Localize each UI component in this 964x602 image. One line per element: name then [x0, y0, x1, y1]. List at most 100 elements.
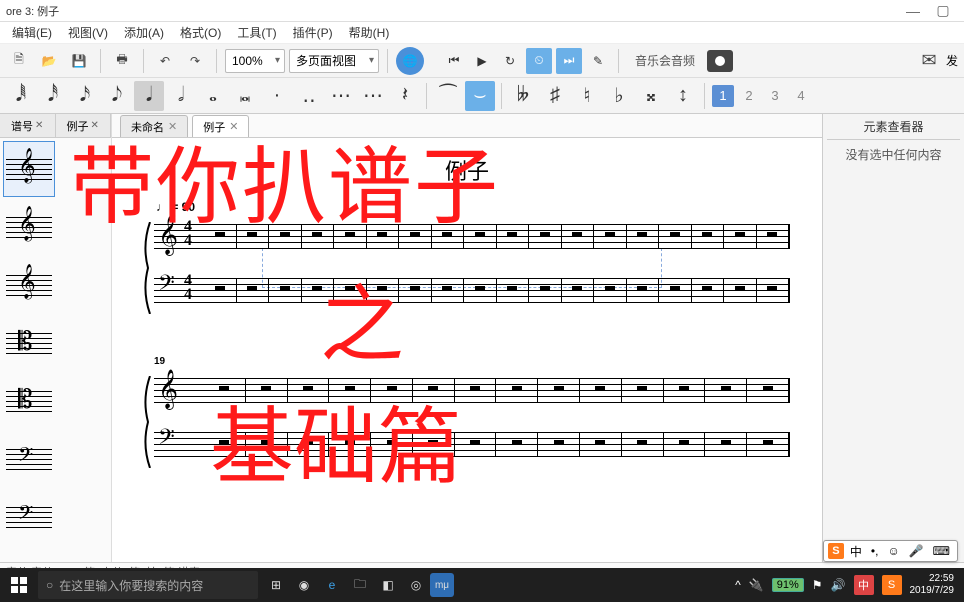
measure[interactable]: [622, 432, 664, 456]
measure[interactable]: [705, 432, 747, 456]
tie-icon[interactable]: ⁀: [433, 81, 463, 111]
flip-stem-icon[interactable]: ↕: [668, 81, 698, 111]
tempo-marking[interactable]: ♩ = 90: [156, 200, 798, 214]
measure[interactable]: [664, 378, 706, 402]
measure[interactable]: [204, 278, 237, 302]
measure[interactable]: [269, 224, 302, 248]
close-icon[interactable]: ✕: [91, 120, 99, 131]
voice-3-button[interactable]: 3: [764, 85, 786, 107]
edge-icon[interactable]: e: [318, 571, 346, 599]
taskbar-clock[interactable]: 22:592019/7/29: [910, 573, 959, 597]
measure[interactable]: [399, 278, 432, 302]
measure[interactable]: [659, 224, 692, 248]
measure[interactable]: [562, 224, 595, 248]
clef-treble-8va-icon[interactable]: 𝄞: [3, 257, 55, 313]
play-icon[interactable]: ▶: [470, 49, 494, 73]
new-file-icon[interactable]: 🗎: [6, 48, 32, 74]
measure[interactable]: [246, 378, 288, 402]
chrome-icon[interactable]: ◎: [402, 571, 430, 599]
midi-input-icon[interactable]: ✎: [586, 49, 610, 73]
menu-add[interactable]: 添加(A): [116, 24, 172, 41]
ime-indicator[interactable]: 中: [854, 575, 874, 595]
loop-out-icon[interactable]: ⏭: [556, 48, 582, 74]
clef-bass-icon[interactable]: 𝄢: [3, 431, 55, 487]
menu-plugins[interactable]: 插件(P): [285, 24, 341, 41]
print-icon[interactable]: 🖶: [109, 48, 135, 74]
measure[interactable]: [724, 224, 757, 248]
measure[interactable]: [692, 224, 725, 248]
measure[interactable]: [204, 432, 246, 456]
clef-tenor-icon[interactable]: 𝄡: [3, 373, 55, 429]
note-whole-icon[interactable]: 𝅝: [198, 81, 228, 111]
note-quarter-icon[interactable]: 𝅘𝅥: [134, 81, 164, 111]
double-dot-icon[interactable]: ‥: [294, 81, 324, 111]
measure[interactable]: [464, 278, 497, 302]
ime-toolbar[interactable]: S 中 •, ☺ 🎤 ⌨: [823, 540, 958, 562]
measure[interactable]: [455, 432, 497, 456]
sogou-icon[interactable]: S: [828, 543, 844, 559]
measure[interactable]: [204, 224, 237, 248]
palette-tab-2[interactable]: 例子✕: [56, 114, 112, 137]
zoom-combo[interactable]: 100%: [225, 49, 285, 73]
measure[interactable]: [627, 278, 660, 302]
undo-icon[interactable]: ↶: [152, 48, 178, 74]
measure[interactable]: [367, 224, 400, 248]
measure[interactable]: [692, 278, 725, 302]
volume-icon[interactable]: 🔊: [831, 578, 846, 592]
treble-staff[interactable]: 𝄞: [154, 370, 790, 410]
measure[interactable]: [580, 432, 622, 456]
measure[interactable]: [529, 224, 562, 248]
clef-treble-8vb-icon[interactable]: 𝄞: [3, 199, 55, 255]
note-half-icon[interactable]: 𝅗𝅥: [166, 81, 196, 111]
metronome-icon[interactable]: 🌐: [396, 47, 424, 75]
measure[interactable]: [399, 224, 432, 248]
measure[interactable]: [622, 378, 664, 402]
measure[interactable]: [302, 278, 335, 302]
measure[interactable]: [329, 378, 371, 402]
measure[interactable]: [496, 432, 538, 456]
menu-tools[interactable]: 工具(T): [229, 24, 284, 41]
quad-dot-icon[interactable]: ⋯: [358, 81, 388, 111]
note-64th-icon[interactable]: 𝅘𝅥𝅱: [6, 81, 36, 111]
tray-up-icon[interactable]: ^: [735, 578, 741, 592]
bass-staff[interactable]: 𝄢: [154, 424, 790, 464]
maximize-button[interactable]: ▢: [928, 2, 958, 19]
clef-alto-icon[interactable]: 𝄡: [3, 315, 55, 371]
close-icon[interactable]: ✕: [35, 120, 43, 131]
note-8th-icon[interactable]: 𝅘𝅥𝅮: [102, 81, 132, 111]
measure[interactable]: [246, 432, 288, 456]
score-title[interactable]: 例子: [136, 154, 798, 186]
taskbar-search[interactable]: ○ 在这里输入你要搜索的内容: [38, 571, 258, 599]
measure[interactable]: [329, 432, 371, 456]
time-signature[interactable]: 44: [184, 220, 192, 248]
score-canvas[interactable]: 未命名✕ 例子✕ 例子 ♩ = 90 𝄞 44 𝄢 44: [112, 114, 822, 562]
battery-indicator[interactable]: 91%: [772, 578, 804, 592]
save-icon[interactable]: 💾: [66, 48, 92, 74]
measure[interactable]: [664, 432, 706, 456]
note-32nd-icon[interactable]: 𝅘𝅥𝅰: [38, 81, 68, 111]
clef-bass-8va-icon[interactable]: 𝄢: [3, 547, 55, 562]
natural-icon[interactable]: ♮: [572, 81, 602, 111]
ime-punct-icon[interactable]: •,: [868, 544, 882, 558]
measure[interactable]: [413, 432, 455, 456]
screenshot-icon[interactable]: [707, 50, 733, 72]
wifi-icon[interactable]: ⚑: [812, 578, 823, 592]
measure[interactable]: [204, 378, 246, 402]
measure[interactable]: [580, 378, 622, 402]
voice-2-button[interactable]: 2: [738, 85, 760, 107]
redo-icon[interactable]: ↷: [182, 48, 208, 74]
clef-bass-8vb-icon[interactable]: 𝄢: [3, 489, 55, 545]
doc-tab-1[interactable]: 未命名✕: [120, 115, 188, 137]
measure[interactable]: [269, 278, 302, 302]
measure[interactable]: [288, 378, 330, 402]
measure[interactable]: [627, 224, 660, 248]
sogou-tray-icon[interactable]: S: [882, 575, 902, 595]
measure[interactable]: [371, 378, 413, 402]
musescore-icon[interactable]: mμ: [430, 573, 454, 597]
cortana-icon[interactable]: ◉: [290, 571, 318, 599]
palette-tab-1[interactable]: 谱号✕: [0, 114, 56, 137]
bass-staff[interactable]: 𝄢 44: [154, 270, 790, 310]
measure[interactable]: [464, 224, 497, 248]
explorer-icon[interactable]: 🗀: [346, 571, 374, 599]
close-icon[interactable]: ✕: [168, 120, 177, 133]
